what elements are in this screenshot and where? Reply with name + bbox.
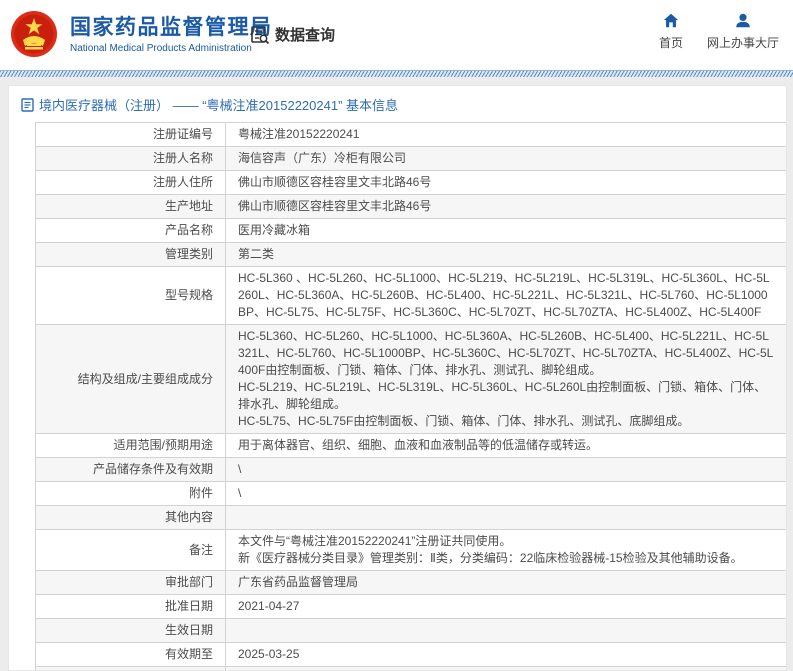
breadcrumb: 境内医疗器械（注册） —— “粤械注准20152220241” 基本信息 [9,86,786,122]
table-row: 型号规格HC-5L360 、HC-5L260、HC-5L1000、HC-5L21… [36,267,788,325]
row-label: 型号规格 [36,267,226,325]
row-value [226,506,788,530]
table-row: 注册人名称海信容声（广东）冷柜有限公司 [36,147,788,171]
row-label: 适用范围/预期用途 [36,434,226,458]
info-table-body: 注册证编号粤械注准20152220241注册人名称海信容声（广东）冷柜有限公司注… [36,123,788,671]
row-value: 2021-04-27 [226,595,788,619]
row-value [226,619,788,643]
data-query-heading: 数据查询 [250,24,335,45]
row-label: 注册人住所 [36,171,226,195]
nav-service-hall-label: 网上办事大厅 [707,34,779,51]
row-value [226,667,788,671]
table-row: 产品名称医用冷藏冰箱 [36,219,788,243]
table-row: 其他内容 [36,506,788,530]
registration-info-table: 注册证编号粤械注准20152220241注册人名称海信容声（广东）冷柜有限公司注… [35,122,787,671]
org-names: 国家药品监督管理局 National Medical Products Admi… [70,15,273,54]
row-value: 佛山市顺德区容桂容里文丰北路46号 [226,171,788,195]
value-line: HC-5L75、HC-5L75F由控制面板、门锁、箱体、门体、排水孔、测试孔、底… [238,413,775,430]
org-name-cn: 国家药品监督管理局 [70,15,273,41]
row-label: 产品名称 [36,219,226,243]
value-line: 本文件与“粤械注准20152220241”注册证共同使用。 [238,533,775,550]
row-label: 其他内容 [36,506,226,530]
row-value: \ [226,458,788,482]
row-value: 粤械注准20152220241 [226,123,788,147]
table-row: 注册人住所佛山市顺德区容桂容里文丰北路46号 [36,171,788,195]
row-value: 广东省药品监督管理局 [226,571,788,595]
nav-home-label: 首页 [659,34,683,51]
row-label: 备注 [36,530,226,571]
nav-service-hall[interactable]: 网上办事大厅 [707,12,779,51]
table-row: 注册证编号粤械注准20152220241 [36,123,788,147]
table-row: 备注本文件与“粤械注准20152220241”注册证共同使用。新《医疗器械分类目… [36,530,788,571]
row-value: 医用冷藏冰箱 [226,219,788,243]
table-row: 结构及组成/主要组成成分HC-5L360、HC-5L260、HC-5L1000、… [36,325,788,434]
org-name-en: National Medical Products Administration [70,43,273,54]
table-row: 有效期至2025-03-25 [36,643,788,667]
row-label: 变更情况 [36,667,226,671]
row-label: 批准日期 [36,595,226,619]
header-nav: 首页 网上办事大厅 [659,12,779,51]
nav-home[interactable]: 首页 [659,12,683,51]
row-value: 海信容声（广东）冷柜有限公司 [226,147,788,171]
row-value: 本文件与“粤械注准20152220241”注册证共同使用。新《医疗器械分类目录》… [226,530,788,571]
row-label: 注册证编号 [36,123,226,147]
row-label: 生产地址 [36,195,226,219]
table-row: 产品储存条件及有效期\ [36,458,788,482]
row-label: 结构及组成/主要组成成分 [36,325,226,434]
user-icon [734,12,752,30]
row-value: 第二类 [226,243,788,267]
table-row: 适用范围/预期用途用于离体器官、组织、细胞、血液和血液制品等的低温储存或转运。 [36,434,788,458]
breadcrumb-text: 境内医疗器械（注册） —— “粤械注准20152220241” 基本信息 [39,95,398,114]
site-logo: 国家药品监督管理局 National Medical Products Admi… [10,10,273,58]
row-value: HC-5L360 、HC-5L260、HC-5L1000、HC-5L219、HC… [226,267,788,325]
row-value: 佛山市顺德区容桂容里文丰北路46号 [226,195,788,219]
table-row: 生效日期 [36,619,788,643]
content-panel: 境内医疗器械（注册） —— “粤械注准20152220241” 基本信息 注册证… [8,85,787,671]
table-row: 审批部门广东省药品监督管理局 [36,571,788,595]
row-label: 管理类别 [36,243,226,267]
header-divider-stripe [0,70,793,77]
site-header: 国家药品监督管理局 National Medical Products Admi… [0,0,793,70]
row-value: 2025-03-25 [226,643,788,667]
table-row: 附件\ [36,482,788,506]
row-label: 生效日期 [36,619,226,643]
data-search-icon [250,25,270,45]
row-value: HC-5L360、HC-5L260、HC-5L1000、HC-5L360A、HC… [226,325,788,434]
table-row: 变更情况 [36,667,788,671]
row-value: 用于离体器官、组织、细胞、血液和血液制品等的低温储存或转运。 [226,434,788,458]
data-query-label: 数据查询 [275,24,335,45]
row-label: 有效期至 [36,643,226,667]
row-label: 注册人名称 [36,147,226,171]
table-row: 批准日期2021-04-27 [36,595,788,619]
value-line: HC-5L360、HC-5L260、HC-5L1000、HC-5L360A、HC… [238,328,775,379]
row-value: \ [226,482,788,506]
home-icon [662,12,680,30]
value-line: 新《医疗器械分类目录》管理类别：Ⅱ类，分类编码：22临床检验器械-15检验及其他… [238,550,775,567]
document-icon [21,98,34,112]
row-label: 审批部门 [36,571,226,595]
national-emblem-icon [10,10,58,58]
table-row: 生产地址佛山市顺德区容桂容里文丰北路46号 [36,195,788,219]
row-label: 附件 [36,482,226,506]
value-line: HC-5L219、HC-5L219L、HC-5L319L、HC-5L360L、H… [238,379,775,413]
row-label: 产品储存条件及有效期 [36,458,226,482]
table-row: 管理类别第二类 [36,243,788,267]
